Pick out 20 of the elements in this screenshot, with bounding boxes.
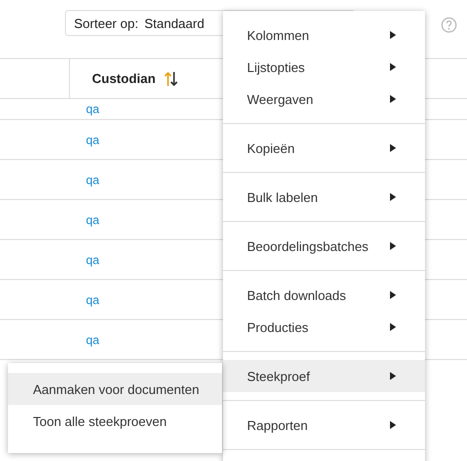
menu-item[interactable]: Batch downloads xyxy=(223,279,425,311)
custodian-link[interactable]: qa xyxy=(86,172,100,186)
menu-item[interactable]: Producties xyxy=(223,311,425,343)
custodian-link[interactable]: qa xyxy=(86,292,100,306)
sort-icon[interactable] xyxy=(164,70,178,86)
column-header[interactable]: Custodian xyxy=(92,71,156,86)
custodian-link[interactable]: qa xyxy=(86,212,100,226)
custodian-link[interactable]: qa xyxy=(86,252,100,266)
menu-item[interactable]: Kopieën xyxy=(223,132,425,164)
menu-item[interactable]: Aanmaken voor documenten xyxy=(8,373,222,405)
menu-item[interactable]: Toon alle steekproeven xyxy=(8,405,222,437)
menu-item[interactable]: Lijstopties xyxy=(223,51,425,83)
custodian-link[interactable]: qa xyxy=(86,102,100,116)
menu-item[interactable]: Weergaven xyxy=(223,83,425,115)
menu-item[interactable]: Beoordelingsbatches xyxy=(223,230,425,262)
custodian-link[interactable]: qa xyxy=(86,332,100,346)
menu-item[interactable]: Bulk labelen xyxy=(223,181,425,213)
custodian-link[interactable]: qa xyxy=(86,132,100,146)
menu-item[interactable]: Steekproef xyxy=(223,360,425,392)
menu-item[interactable]: Rapporten xyxy=(223,409,425,441)
